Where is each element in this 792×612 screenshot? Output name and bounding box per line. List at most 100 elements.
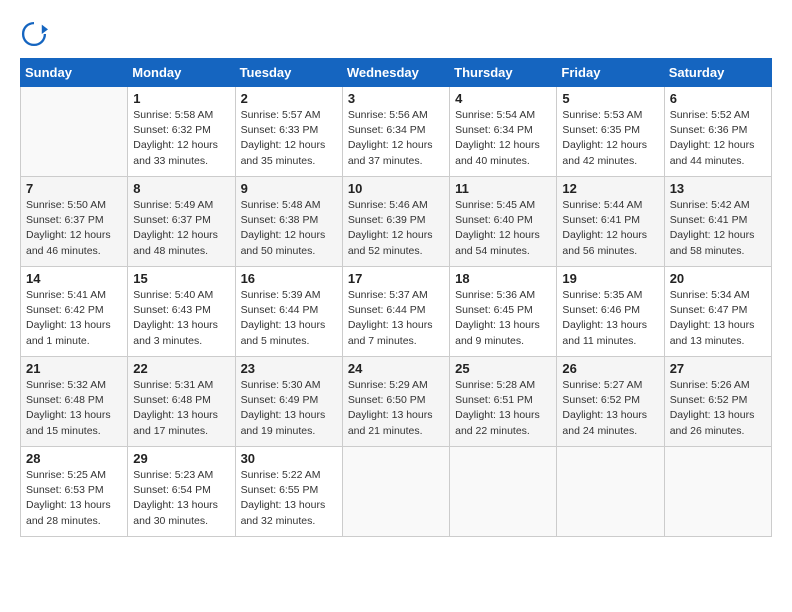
calendar-cell: 4 Sunrise: 5:54 AM Sunset: 6:34 PM Daylig… [450, 87, 557, 177]
calendar-cell: 23 Sunrise: 5:30 AM Sunset: 6:49 PM Dayli… [235, 357, 342, 447]
day-number: 12 [562, 181, 658, 196]
day-header-thursday: Thursday [450, 59, 557, 87]
day-number: 17 [348, 271, 444, 286]
day-number: 2 [241, 91, 337, 106]
calendar-table: SundayMondayTuesdayWednesdayThursdayFrid… [20, 58, 772, 537]
day-info: Sunrise: 5:45 AM Sunset: 6:40 PM Dayligh… [455, 198, 551, 259]
calendar-cell: 2 Sunrise: 5:57 AM Sunset: 6:33 PM Daylig… [235, 87, 342, 177]
calendar-cell [664, 447, 771, 537]
day-number: 23 [241, 361, 337, 376]
calendar-cell: 21Sunrise: 5:32 AM Sunset: 6:48 PM Dayli… [21, 357, 128, 447]
day-number: 19 [562, 271, 658, 286]
day-number: 13 [670, 181, 766, 196]
calendar-cell: 27 Sunrise: 5:26 AM Sunset: 6:52 PM Dayli… [664, 357, 771, 447]
calendar-cell: 12 Sunrise: 5:44 AM Sunset: 6:41 PM Dayli… [557, 177, 664, 267]
day-number: 6 [670, 91, 766, 106]
day-header-sunday: Sunday [21, 59, 128, 87]
day-number: 16 [241, 271, 337, 286]
calendar-header-row: SundayMondayTuesdayWednesdayThursdayFrid… [21, 59, 772, 87]
day-header-friday: Friday [557, 59, 664, 87]
day-number: 18 [455, 271, 551, 286]
day-info: Sunrise: 5:36 AM Sunset: 6:45 PM Dayligh… [455, 288, 551, 349]
day-number: 1 [133, 91, 229, 106]
calendar-cell: 17 Sunrise: 5:37 AM Sunset: 6:44 PM Dayli… [342, 267, 449, 357]
calendar-cell: 10 Sunrise: 5:46 AM Sunset: 6:39 PM Dayli… [342, 177, 449, 267]
calendar-week-row: 1 Sunrise: 5:58 AM Sunset: 6:32 PM Daylig… [21, 87, 772, 177]
day-info: Sunrise: 5:29 AM Sunset: 6:50 PM Dayligh… [348, 378, 444, 439]
day-info: Sunrise: 5:40 AM Sunset: 6:43 PM Dayligh… [133, 288, 229, 349]
calendar-cell: 20 Sunrise: 5:34 AM Sunset: 6:47 PM Dayli… [664, 267, 771, 357]
day-number: 11 [455, 181, 551, 196]
day-number: 27 [670, 361, 766, 376]
calendar-cell [21, 87, 128, 177]
calendar-cell: 25 Sunrise: 5:28 AM Sunset: 6:51 PM Dayli… [450, 357, 557, 447]
day-info: Sunrise: 5:39 AM Sunset: 6:44 PM Dayligh… [241, 288, 337, 349]
day-info: Sunrise: 5:26 AM Sunset: 6:52 PM Dayligh… [670, 378, 766, 439]
calendar-cell: 28Sunrise: 5:25 AM Sunset: 6:53 PM Dayli… [21, 447, 128, 537]
calendar-cell: 16 Sunrise: 5:39 AM Sunset: 6:44 PM Dayli… [235, 267, 342, 357]
page-header [20, 20, 772, 48]
day-info: Sunrise: 5:49 AM Sunset: 6:37 PM Dayligh… [133, 198, 229, 259]
day-number: 24 [348, 361, 444, 376]
calendar-cell: 5Sunrise: 5:53 AM Sunset: 6:35 PM Daylig… [557, 87, 664, 177]
calendar-cell: 6 Sunrise: 5:52 AM Sunset: 6:36 PM Daylig… [664, 87, 771, 177]
day-info: Sunrise: 5:31 AM Sunset: 6:48 PM Dayligh… [133, 378, 229, 439]
day-number: 9 [241, 181, 337, 196]
calendar-cell [450, 447, 557, 537]
day-info: Sunrise: 5:44 AM Sunset: 6:41 PM Dayligh… [562, 198, 658, 259]
day-info: Sunrise: 5:22 AM Sunset: 6:55 PM Dayligh… [241, 468, 337, 529]
day-number: 14 [26, 271, 122, 286]
logo [20, 20, 52, 48]
calendar-cell [342, 447, 449, 537]
calendar-cell: 18 Sunrise: 5:36 AM Sunset: 6:45 PM Dayli… [450, 267, 557, 357]
day-number: 3 [348, 91, 444, 106]
day-info: Sunrise: 5:35 AM Sunset: 6:46 PM Dayligh… [562, 288, 658, 349]
day-info: Sunrise: 5:25 AM Sunset: 6:53 PM Dayligh… [26, 468, 122, 529]
day-info: Sunrise: 5:48 AM Sunset: 6:38 PM Dayligh… [241, 198, 337, 259]
day-number: 8 [133, 181, 229, 196]
day-number: 5 [562, 91, 658, 106]
day-info: Sunrise: 5:50 AM Sunset: 6:37 PM Dayligh… [26, 198, 122, 259]
day-info: Sunrise: 5:58 AM Sunset: 6:32 PM Dayligh… [133, 108, 229, 169]
day-header-wednesday: Wednesday [342, 59, 449, 87]
calendar-cell: 3 Sunrise: 5:56 AM Sunset: 6:34 PM Daylig… [342, 87, 449, 177]
day-number: 22 [133, 361, 229, 376]
calendar-cell: 7 Sunrise: 5:50 AM Sunset: 6:37 PM Daylig… [21, 177, 128, 267]
day-info: Sunrise: 5:41 AM Sunset: 6:42 PM Dayligh… [26, 288, 122, 349]
day-number: 10 [348, 181, 444, 196]
day-info: Sunrise: 5:56 AM Sunset: 6:34 PM Dayligh… [348, 108, 444, 169]
day-info: Sunrise: 5:32 AM Sunset: 6:48 PM Dayligh… [26, 378, 122, 439]
day-info: Sunrise: 5:42 AM Sunset: 6:41 PM Dayligh… [670, 198, 766, 259]
day-number: 7 [26, 181, 122, 196]
day-header-tuesday: Tuesday [235, 59, 342, 87]
calendar-cell: 22 Sunrise: 5:31 AM Sunset: 6:48 PM Dayli… [128, 357, 235, 447]
day-number: 30 [241, 451, 337, 466]
calendar-cell: 24 Sunrise: 5:29 AM Sunset: 6:50 PM Dayli… [342, 357, 449, 447]
calendar-week-row: 14 Sunrise: 5:41 AM Sunset: 6:42 PM Dayli… [21, 267, 772, 357]
calendar-cell: 9 Sunrise: 5:48 AM Sunset: 6:38 PM Daylig… [235, 177, 342, 267]
calendar-cell: 15 Sunrise: 5:40 AM Sunset: 6:43 PM Dayli… [128, 267, 235, 357]
day-header-saturday: Saturday [664, 59, 771, 87]
day-info: Sunrise: 5:52 AM Sunset: 6:36 PM Dayligh… [670, 108, 766, 169]
day-info: Sunrise: 5:27 AM Sunset: 6:52 PM Dayligh… [562, 378, 658, 439]
logo-icon [20, 20, 48, 48]
day-number: 20 [670, 271, 766, 286]
day-number: 15 [133, 271, 229, 286]
calendar-cell [557, 447, 664, 537]
day-number: 25 [455, 361, 551, 376]
calendar-cell: 13 Sunrise: 5:42 AM Sunset: 6:41 PM Dayli… [664, 177, 771, 267]
calendar-cell: 8 Sunrise: 5:49 AM Sunset: 6:37 PM Daylig… [128, 177, 235, 267]
day-info: Sunrise: 5:34 AM Sunset: 6:47 PM Dayligh… [670, 288, 766, 349]
day-info: Sunrise: 5:37 AM Sunset: 6:44 PM Dayligh… [348, 288, 444, 349]
day-info: Sunrise: 5:28 AM Sunset: 6:51 PM Dayligh… [455, 378, 551, 439]
calendar-cell: 14 Sunrise: 5:41 AM Sunset: 6:42 PM Dayli… [21, 267, 128, 357]
day-number: 4 [455, 91, 551, 106]
calendar-cell: 26Sunrise: 5:27 AM Sunset: 6:52 PM Dayli… [557, 357, 664, 447]
day-info: Sunrise: 5:30 AM Sunset: 6:49 PM Dayligh… [241, 378, 337, 439]
day-info: Sunrise: 5:46 AM Sunset: 6:39 PM Dayligh… [348, 198, 444, 259]
day-info: Sunrise: 5:57 AM Sunset: 6:33 PM Dayligh… [241, 108, 337, 169]
calendar-cell: 30 Sunrise: 5:22 AM Sunset: 6:55 PM Dayli… [235, 447, 342, 537]
calendar-week-row: 28Sunrise: 5:25 AM Sunset: 6:53 PM Dayli… [21, 447, 772, 537]
calendar-cell: 29Sunrise: 5:23 AM Sunset: 6:54 PM Dayli… [128, 447, 235, 537]
day-info: Sunrise: 5:54 AM Sunset: 6:34 PM Dayligh… [455, 108, 551, 169]
